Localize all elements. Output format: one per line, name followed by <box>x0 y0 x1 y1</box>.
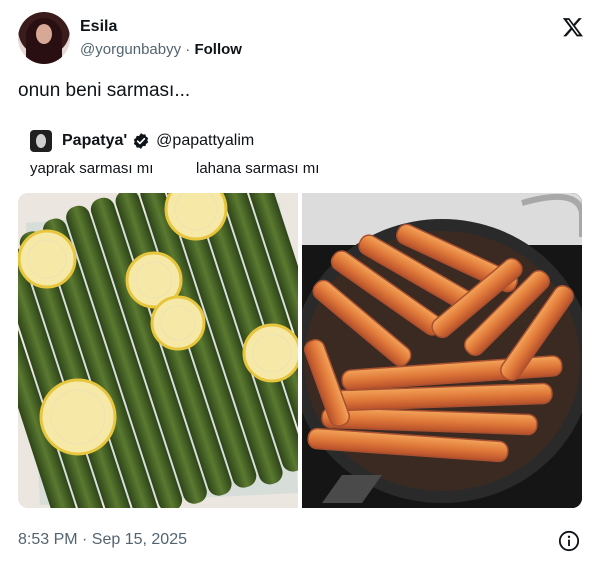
handle-separator: · <box>185 41 191 58</box>
tweet-header: Esila @yorgunbabyy · Follow <box>18 12 584 68</box>
tweet-text: onun beni sarması... <box>18 80 191 101</box>
x-logo-icon[interactable] <box>562 16 584 38</box>
tweet-timestamp[interactable]: 8:53 PM · Sep 15, 2025 <box>18 531 187 549</box>
quoted-author-handle[interactable]: @papattyalim <box>156 132 254 150</box>
cabbage-sarma-photo[interactable] <box>302 193 582 508</box>
verified-badge-icon <box>134 133 149 149</box>
quoted-tweet-author[interactable]: Papatya' @papattyalim <box>30 130 254 152</box>
author-avatar[interactable] <box>18 12 70 64</box>
author-handle-line: @yorgunbabyy · Follow <box>80 41 242 58</box>
quoted-author-name[interactable]: Papatya' <box>62 132 127 150</box>
follow-button[interactable]: Follow <box>194 41 242 58</box>
quoted-author-avatar[interactable] <box>30 130 52 152</box>
author-name[interactable]: Esila <box>80 18 117 36</box>
info-icon[interactable] <box>558 530 580 552</box>
grape-leaf-sarma-photo[interactable] <box>18 193 298 508</box>
quoted-caption-right: lahana sarması mı <box>196 160 320 177</box>
author-handle[interactable]: @yorgunbabyy <box>80 41 181 58</box>
quoted-caption-left: yaprak sarması mı <box>30 160 154 177</box>
